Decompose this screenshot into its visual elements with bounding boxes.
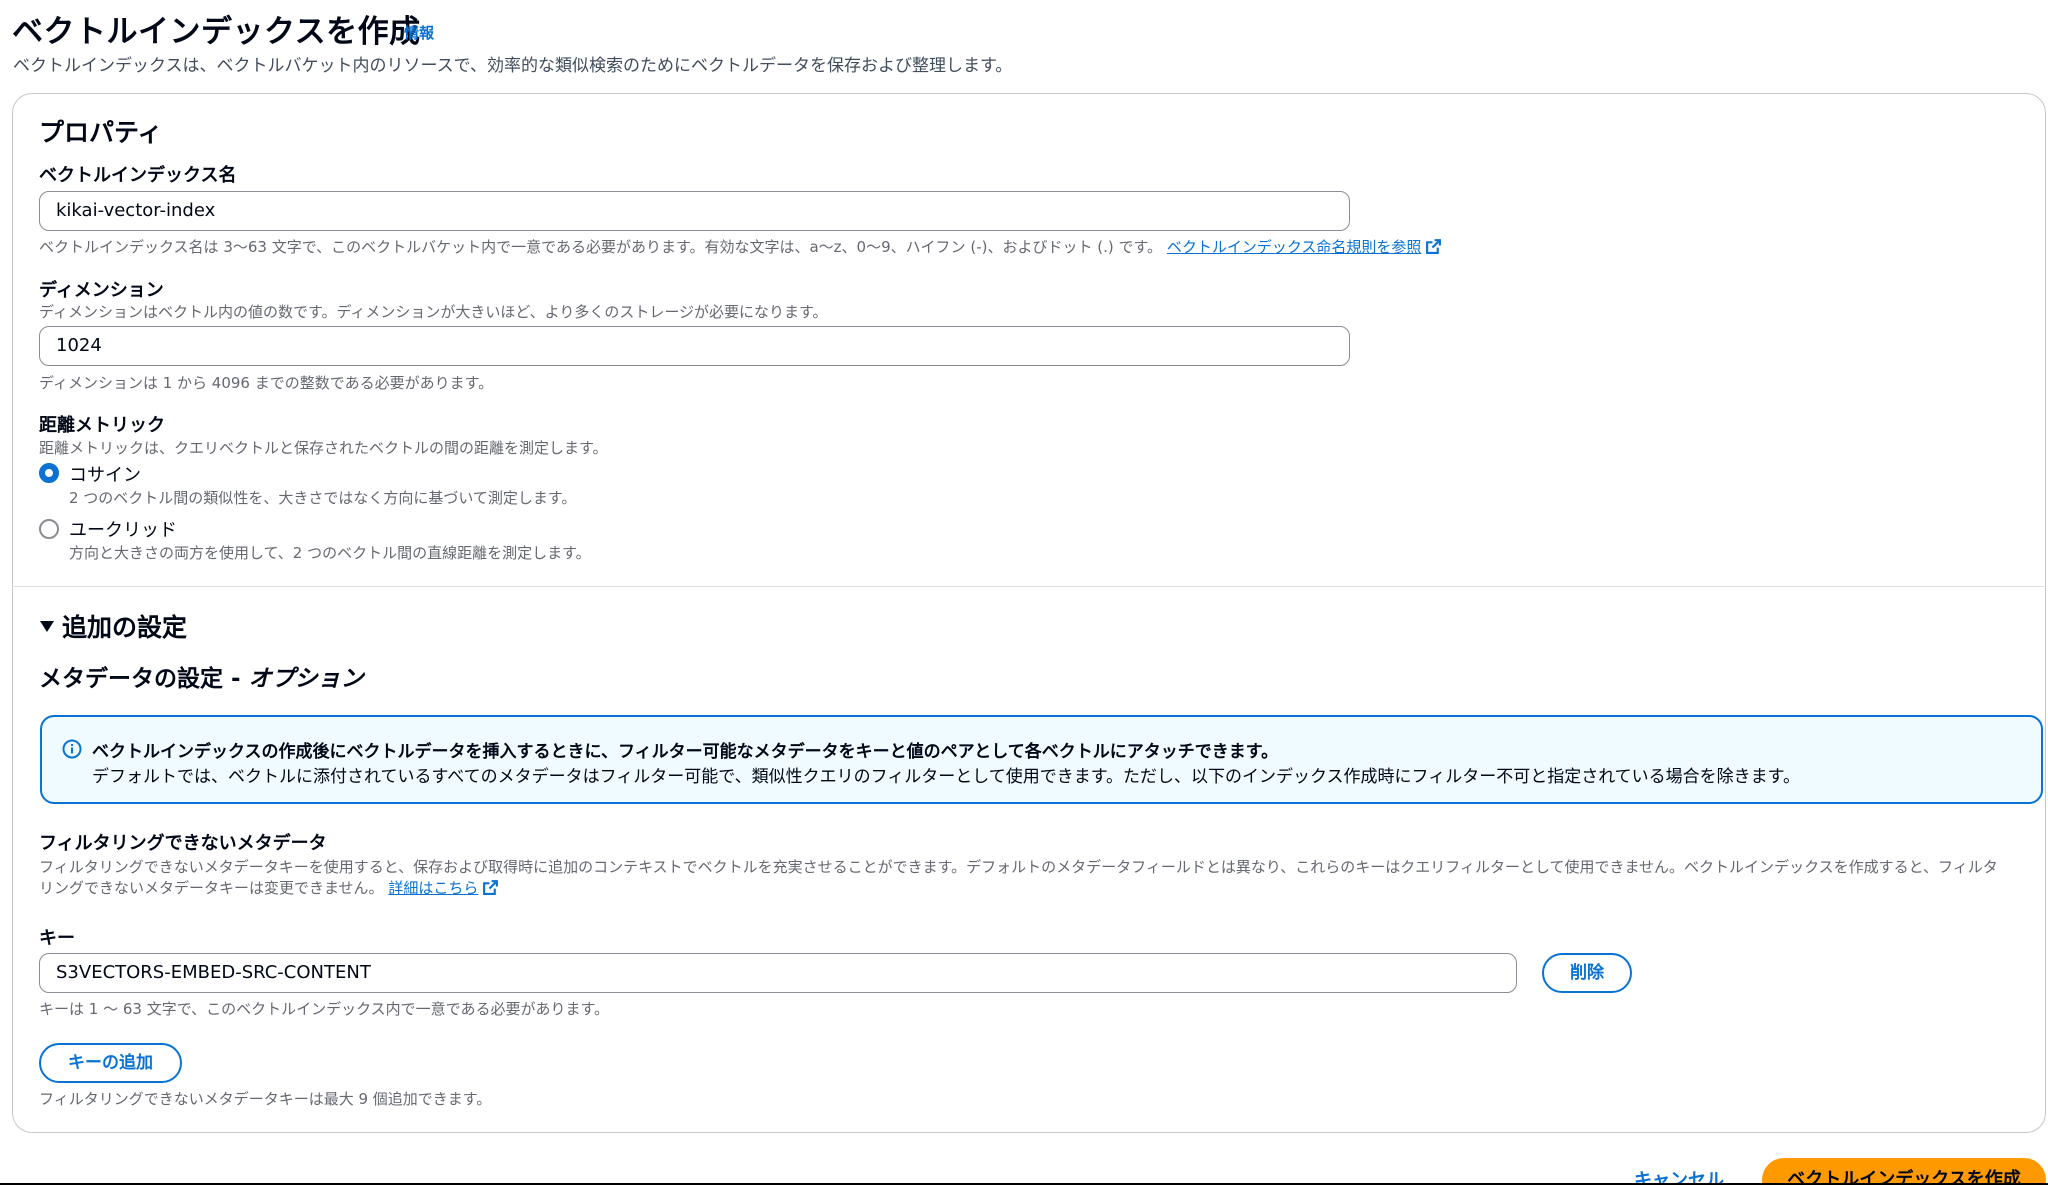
naming-rules-link-text: ベクトルインデックス命名規則を参照 bbox=[1166, 238, 1422, 256]
additional-settings-label: 追加の設定 bbox=[62, 613, 188, 642]
learn-more-link[interactable]: 詳細はこちら bbox=[388, 879, 499, 897]
cosine-radio-label[interactable]: コサイン bbox=[69, 461, 141, 487]
external-link-icon bbox=[483, 880, 499, 895]
dimension-input[interactable]: 1024 bbox=[39, 326, 1350, 366]
non-filterable-description-line2-wrap: リングできないメタデータキーは変更できません。 詳細はこちら bbox=[39, 877, 499, 898]
non-filterable-description-line1: フィルタリングできないメタデータキーを使用すると、保存および取得時に追加のコンテ… bbox=[39, 858, 1998, 876]
distance-metric-description: 距離メトリックは、クエリベクトルと保存されたベクトルの間の距離を測定します。 bbox=[39, 439, 608, 457]
page-description: ベクトルインデックスは、ベクトルバケット内のリソースで、効率的な類似検索のために… bbox=[13, 56, 1013, 76]
euclidean-radio[interactable] bbox=[39, 519, 59, 539]
page-title: ベクトルインデックスを作成 bbox=[12, 14, 421, 50]
add-key-hint: フィルタリングできないメタデータキーは最大 9 個追加できます。 bbox=[39, 1090, 492, 1108]
metadata-settings-title-text: メタデータの設定 - bbox=[39, 666, 249, 692]
metadata-settings-optional: オプション bbox=[248, 666, 364, 692]
caret-down-icon bbox=[40, 620, 54, 632]
external-link-icon bbox=[1426, 239, 1442, 254]
metadata-settings-title: メタデータの設定 - オプション bbox=[39, 659, 364, 693]
cosine-radio[interactable] bbox=[39, 463, 59, 483]
alert-title: ベクトルインデックスの作成後にベクトルデータを挿入するときに、フィルター可能なメ… bbox=[92, 742, 1279, 762]
add-key-button[interactable]: キーの追加 bbox=[39, 1043, 182, 1083]
additional-settings-expander[interactable]: 追加の設定 bbox=[40, 608, 187, 644]
learn-more-link-text: 詳細はこちら bbox=[388, 879, 479, 897]
non-filterable-label: フィルタリングできないメタデータ bbox=[39, 833, 327, 854]
index-name-hint: ベクトルインデックス名は 3〜63 文字で、このベクトルバケット内で一意である必… bbox=[39, 236, 1442, 257]
euclidean-radio-description: 方向と大きさの両方を使用して、2 つのベクトル間の直線距離を測定します。 bbox=[69, 544, 591, 562]
remove-key-button[interactable]: 削除 bbox=[1542, 953, 1632, 993]
non-filterable-description-line2: リングできないメタデータキーは変更できません。 bbox=[39, 879, 384, 897]
naming-rules-link[interactable]: ベクトルインデックス命名規則を参照 bbox=[1167, 238, 1443, 256]
cosine-radio-description: 2 つのベクトル間の類似性を、大きさではなく方向に基づいて測定します。 bbox=[69, 489, 577, 507]
euclidean-radio-label[interactable]: ユークリッド bbox=[69, 516, 177, 542]
dimension-label: ディメンション bbox=[39, 280, 164, 301]
index-name-input[interactable]: kikai-vector-index bbox=[39, 191, 1350, 231]
dimension-hint: ディメンションは 1 から 4096 までの整数である必要があります。 bbox=[39, 374, 494, 392]
info-icon bbox=[62, 739, 82, 759]
create-index-button[interactable]: ベクトルインデックスを作成 bbox=[1762, 1158, 2046, 1185]
alert-body: デフォルトでは、ベクトルに添付されているすべてのメタデータはフィルター可能で、類… bbox=[92, 767, 1800, 787]
index-name-hint-text: ベクトルインデックス名は 3〜63 文字で、このベクトルバケット内で一意である必… bbox=[39, 238, 1163, 256]
dimension-description: ディメンションはベクトル内の値の数です。ディメンションが大きいほど、より多くのス… bbox=[39, 303, 828, 321]
key-input[interactable]: S3VECTORS-EMBED-SRC-CONTENT bbox=[39, 953, 1517, 993]
key-hint: キーは 1 〜 63 文字で、このベクトルインデックス内で一意である必要がありま… bbox=[39, 1000, 610, 1018]
properties-section-title: プロパティ bbox=[39, 118, 163, 147]
index-name-label: ベクトルインデックス名 bbox=[39, 165, 237, 186]
distance-metric-label: 距離メトリック bbox=[39, 415, 165, 436]
key-label: キー bbox=[39, 928, 75, 949]
info-alert: ベクトルインデックスの作成後にベクトルデータを挿入するときに、フィルター可能なメ… bbox=[40, 715, 2043, 804]
info-link[interactable]: 情報 bbox=[404, 22, 434, 43]
section-divider bbox=[12, 586, 2046, 587]
